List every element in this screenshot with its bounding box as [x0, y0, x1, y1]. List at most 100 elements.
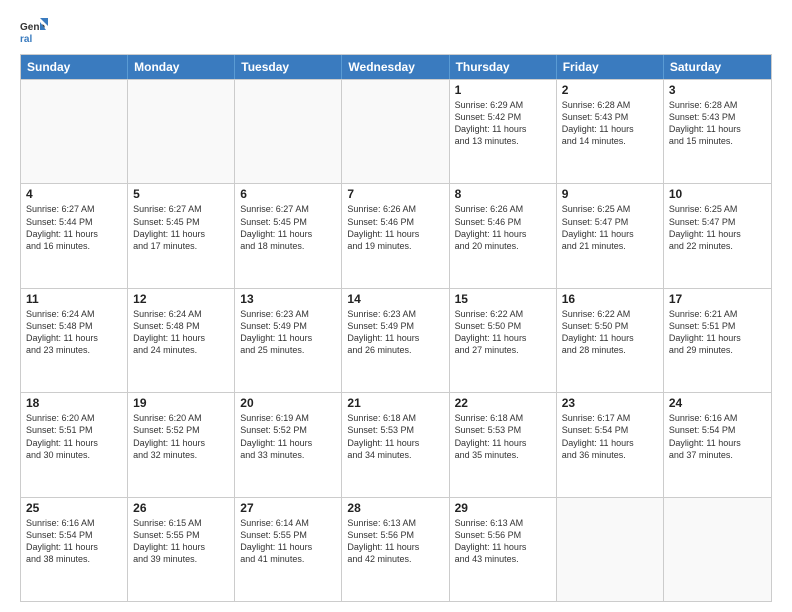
- day-number: 5: [133, 187, 229, 201]
- cal-cell-5-2: 26 Sunrise: 6:15 AM Sunset: 5:55 PM Dayli…: [128, 498, 235, 601]
- calendar-header-row: SundayMondayTuesdayWednesdayThursdayFrid…: [21, 55, 771, 79]
- day-number: 8: [455, 187, 551, 201]
- header-saturday: Saturday: [664, 55, 771, 79]
- header-tuesday: Tuesday: [235, 55, 342, 79]
- day-info: Sunrise: 6:22 AM Sunset: 5:50 PM Dayligh…: [562, 308, 658, 357]
- day-info: Sunrise: 6:18 AM Sunset: 5:53 PM Dayligh…: [347, 412, 443, 461]
- day-number: 21: [347, 396, 443, 410]
- day-info: Sunrise: 6:27 AM Sunset: 5:44 PM Dayligh…: [26, 203, 122, 252]
- day-info: Sunrise: 6:25 AM Sunset: 5:47 PM Dayligh…: [669, 203, 766, 252]
- day-info: Sunrise: 6:25 AM Sunset: 5:47 PM Dayligh…: [562, 203, 658, 252]
- page-header: Gene ral: [20, 16, 772, 44]
- day-info: Sunrise: 6:21 AM Sunset: 5:51 PM Dayligh…: [669, 308, 766, 357]
- cal-cell-5-5: 29Sunrise: 6:13 AM Sunset: 5:56 PM Dayli…: [450, 498, 557, 601]
- day-number: 6: [240, 187, 336, 201]
- cal-cell-3-6: 16 Sunrise: 6:22 AM Sunset: 5:50 PM Dayli…: [557, 289, 664, 392]
- cal-cell-1-6: 2 Sunrise: 6:28 AM Sunset: 5:43 PM Daylig…: [557, 80, 664, 183]
- day-number: 19: [133, 396, 229, 410]
- cal-cell-5-6: [557, 498, 664, 601]
- day-number: 12: [133, 292, 229, 306]
- day-info: Sunrise: 6:26 AM Sunset: 5:46 PM Dayligh…: [347, 203, 443, 252]
- logo-icon: Gene ral: [20, 16, 48, 44]
- day-info: Sunrise: 6:17 AM Sunset: 5:54 PM Dayligh…: [562, 412, 658, 461]
- day-number: 20: [240, 396, 336, 410]
- day-info: Sunrise: 6:20 AM Sunset: 5:51 PM Dayligh…: [26, 412, 122, 461]
- day-info: Sunrise: 6:29 AM Sunset: 5:42 PM Dayligh…: [455, 99, 551, 148]
- cal-cell-3-4: 14 Sunrise: 6:23 AM Sunset: 5:49 PM Dayli…: [342, 289, 449, 392]
- day-info: Sunrise: 6:23 AM Sunset: 5:49 PM Dayligh…: [240, 308, 336, 357]
- cal-cell-4-2: 19Sunrise: 6:20 AM Sunset: 5:52 PM Dayli…: [128, 393, 235, 496]
- cal-cell-1-7: 3 Sunrise: 6:28 AM Sunset: 5:43 PM Daylig…: [664, 80, 771, 183]
- cal-cell-2-5: 8 Sunrise: 6:26 AM Sunset: 5:46 PM Daylig…: [450, 184, 557, 287]
- day-info: Sunrise: 6:28 AM Sunset: 5:43 PM Dayligh…: [669, 99, 766, 148]
- cal-cell-5-4: 28Sunrise: 6:13 AM Sunset: 5:56 PM Dayli…: [342, 498, 449, 601]
- cal-cell-4-5: 22 Sunrise: 6:18 AM Sunset: 5:53 PM Dayli…: [450, 393, 557, 496]
- day-info: Sunrise: 6:18 AM Sunset: 5:53 PM Dayligh…: [455, 412, 551, 461]
- day-info: Sunrise: 6:22 AM Sunset: 5:50 PM Dayligh…: [455, 308, 551, 357]
- day-number: 28: [347, 501, 443, 515]
- day-info: Sunrise: 6:19 AM Sunset: 5:52 PM Dayligh…: [240, 412, 336, 461]
- day-number: 23: [562, 396, 658, 410]
- day-number: 14: [347, 292, 443, 306]
- day-number: 29: [455, 501, 551, 515]
- day-info: Sunrise: 6:26 AM Sunset: 5:46 PM Dayligh…: [455, 203, 551, 252]
- header-thursday: Thursday: [450, 55, 557, 79]
- cal-cell-2-6: 9Sunrise: 6:25 AM Sunset: 5:47 PM Daylig…: [557, 184, 664, 287]
- cal-row-1: 1 Sunrise: 6:29 AM Sunset: 5:42 PM Daylig…: [21, 79, 771, 183]
- day-number: 7: [347, 187, 443, 201]
- cal-cell-2-2: 5 Sunrise: 6:27 AM Sunset: 5:45 PM Daylig…: [128, 184, 235, 287]
- day-info: Sunrise: 6:14 AM Sunset: 5:55 PM Dayligh…: [240, 517, 336, 566]
- header-monday: Monday: [128, 55, 235, 79]
- cal-cell-2-3: 6 Sunrise: 6:27 AM Sunset: 5:45 PM Daylig…: [235, 184, 342, 287]
- day-number: 15: [455, 292, 551, 306]
- day-number: 22: [455, 396, 551, 410]
- day-info: Sunrise: 6:16 AM Sunset: 5:54 PM Dayligh…: [669, 412, 766, 461]
- day-info: Sunrise: 6:23 AM Sunset: 5:49 PM Dayligh…: [347, 308, 443, 357]
- cal-cell-2-4: 7 Sunrise: 6:26 AM Sunset: 5:46 PM Daylig…: [342, 184, 449, 287]
- cal-row-3: 11 Sunrise: 6:24 AM Sunset: 5:48 PM Dayli…: [21, 288, 771, 392]
- day-info: Sunrise: 6:27 AM Sunset: 5:45 PM Dayligh…: [240, 203, 336, 252]
- day-info: Sunrise: 6:28 AM Sunset: 5:43 PM Dayligh…: [562, 99, 658, 148]
- cal-row-5: 25 Sunrise: 6:16 AM Sunset: 5:54 PM Dayli…: [21, 497, 771, 601]
- cal-row-2: 4 Sunrise: 6:27 AM Sunset: 5:44 PM Daylig…: [21, 183, 771, 287]
- day-info: Sunrise: 6:16 AM Sunset: 5:54 PM Dayligh…: [26, 517, 122, 566]
- day-number: 11: [26, 292, 122, 306]
- day-number: 2: [562, 83, 658, 97]
- day-number: 16: [562, 292, 658, 306]
- day-info: Sunrise: 6:15 AM Sunset: 5:55 PM Dayligh…: [133, 517, 229, 566]
- cal-cell-3-2: 12 Sunrise: 6:24 AM Sunset: 5:48 PM Dayli…: [128, 289, 235, 392]
- cal-cell-2-7: 10 Sunrise: 6:25 AM Sunset: 5:47 PM Dayli…: [664, 184, 771, 287]
- cal-cell-1-1: [21, 80, 128, 183]
- cal-cell-1-2: [128, 80, 235, 183]
- day-number: 4: [26, 187, 122, 201]
- cal-cell-4-4: 21 Sunrise: 6:18 AM Sunset: 5:53 PM Dayli…: [342, 393, 449, 496]
- day-info: Sunrise: 6:27 AM Sunset: 5:45 PM Dayligh…: [133, 203, 229, 252]
- cal-cell-5-7: [664, 498, 771, 601]
- day-info: Sunrise: 6:24 AM Sunset: 5:48 PM Dayligh…: [133, 308, 229, 357]
- calendar-body: 1 Sunrise: 6:29 AM Sunset: 5:42 PM Daylig…: [21, 79, 771, 601]
- cal-cell-3-5: 15 Sunrise: 6:22 AM Sunset: 5:50 PM Dayli…: [450, 289, 557, 392]
- day-number: 24: [669, 396, 766, 410]
- cal-cell-3-3: 13 Sunrise: 6:23 AM Sunset: 5:49 PM Dayli…: [235, 289, 342, 392]
- cal-row-4: 18Sunrise: 6:20 AM Sunset: 5:51 PM Dayli…: [21, 392, 771, 496]
- cal-cell-4-7: 24 Sunrise: 6:16 AM Sunset: 5:54 PM Dayli…: [664, 393, 771, 496]
- header-wednesday: Wednesday: [342, 55, 449, 79]
- day-number: 3: [669, 83, 766, 97]
- header-friday: Friday: [557, 55, 664, 79]
- cal-cell-1-3: [235, 80, 342, 183]
- day-number: 27: [240, 501, 336, 515]
- calendar-page: Gene ral SundayMondayTuesdayWednesdayThu…: [0, 0, 792, 612]
- day-number: 17: [669, 292, 766, 306]
- cal-cell-3-1: 11Sunrise: 6:24 AM Sunset: 5:48 PM Dayli…: [21, 289, 128, 392]
- cal-cell-3-7: 17 Sunrise: 6:21 AM Sunset: 5:51 PM Dayli…: [664, 289, 771, 392]
- cal-cell-5-3: 27 Sunrise: 6:14 AM Sunset: 5:55 PM Dayli…: [235, 498, 342, 601]
- cal-cell-4-3: 20 Sunrise: 6:19 AM Sunset: 5:52 PM Dayli…: [235, 393, 342, 496]
- day-number: 26: [133, 501, 229, 515]
- cal-cell-4-1: 18Sunrise: 6:20 AM Sunset: 5:51 PM Dayli…: [21, 393, 128, 496]
- calendar-grid: SundayMondayTuesdayWednesdayThursdayFrid…: [20, 54, 772, 602]
- day-number: 25: [26, 501, 122, 515]
- cal-cell-1-4: [342, 80, 449, 183]
- day-number: 13: [240, 292, 336, 306]
- day-number: 10: [669, 187, 766, 201]
- day-number: 1: [455, 83, 551, 97]
